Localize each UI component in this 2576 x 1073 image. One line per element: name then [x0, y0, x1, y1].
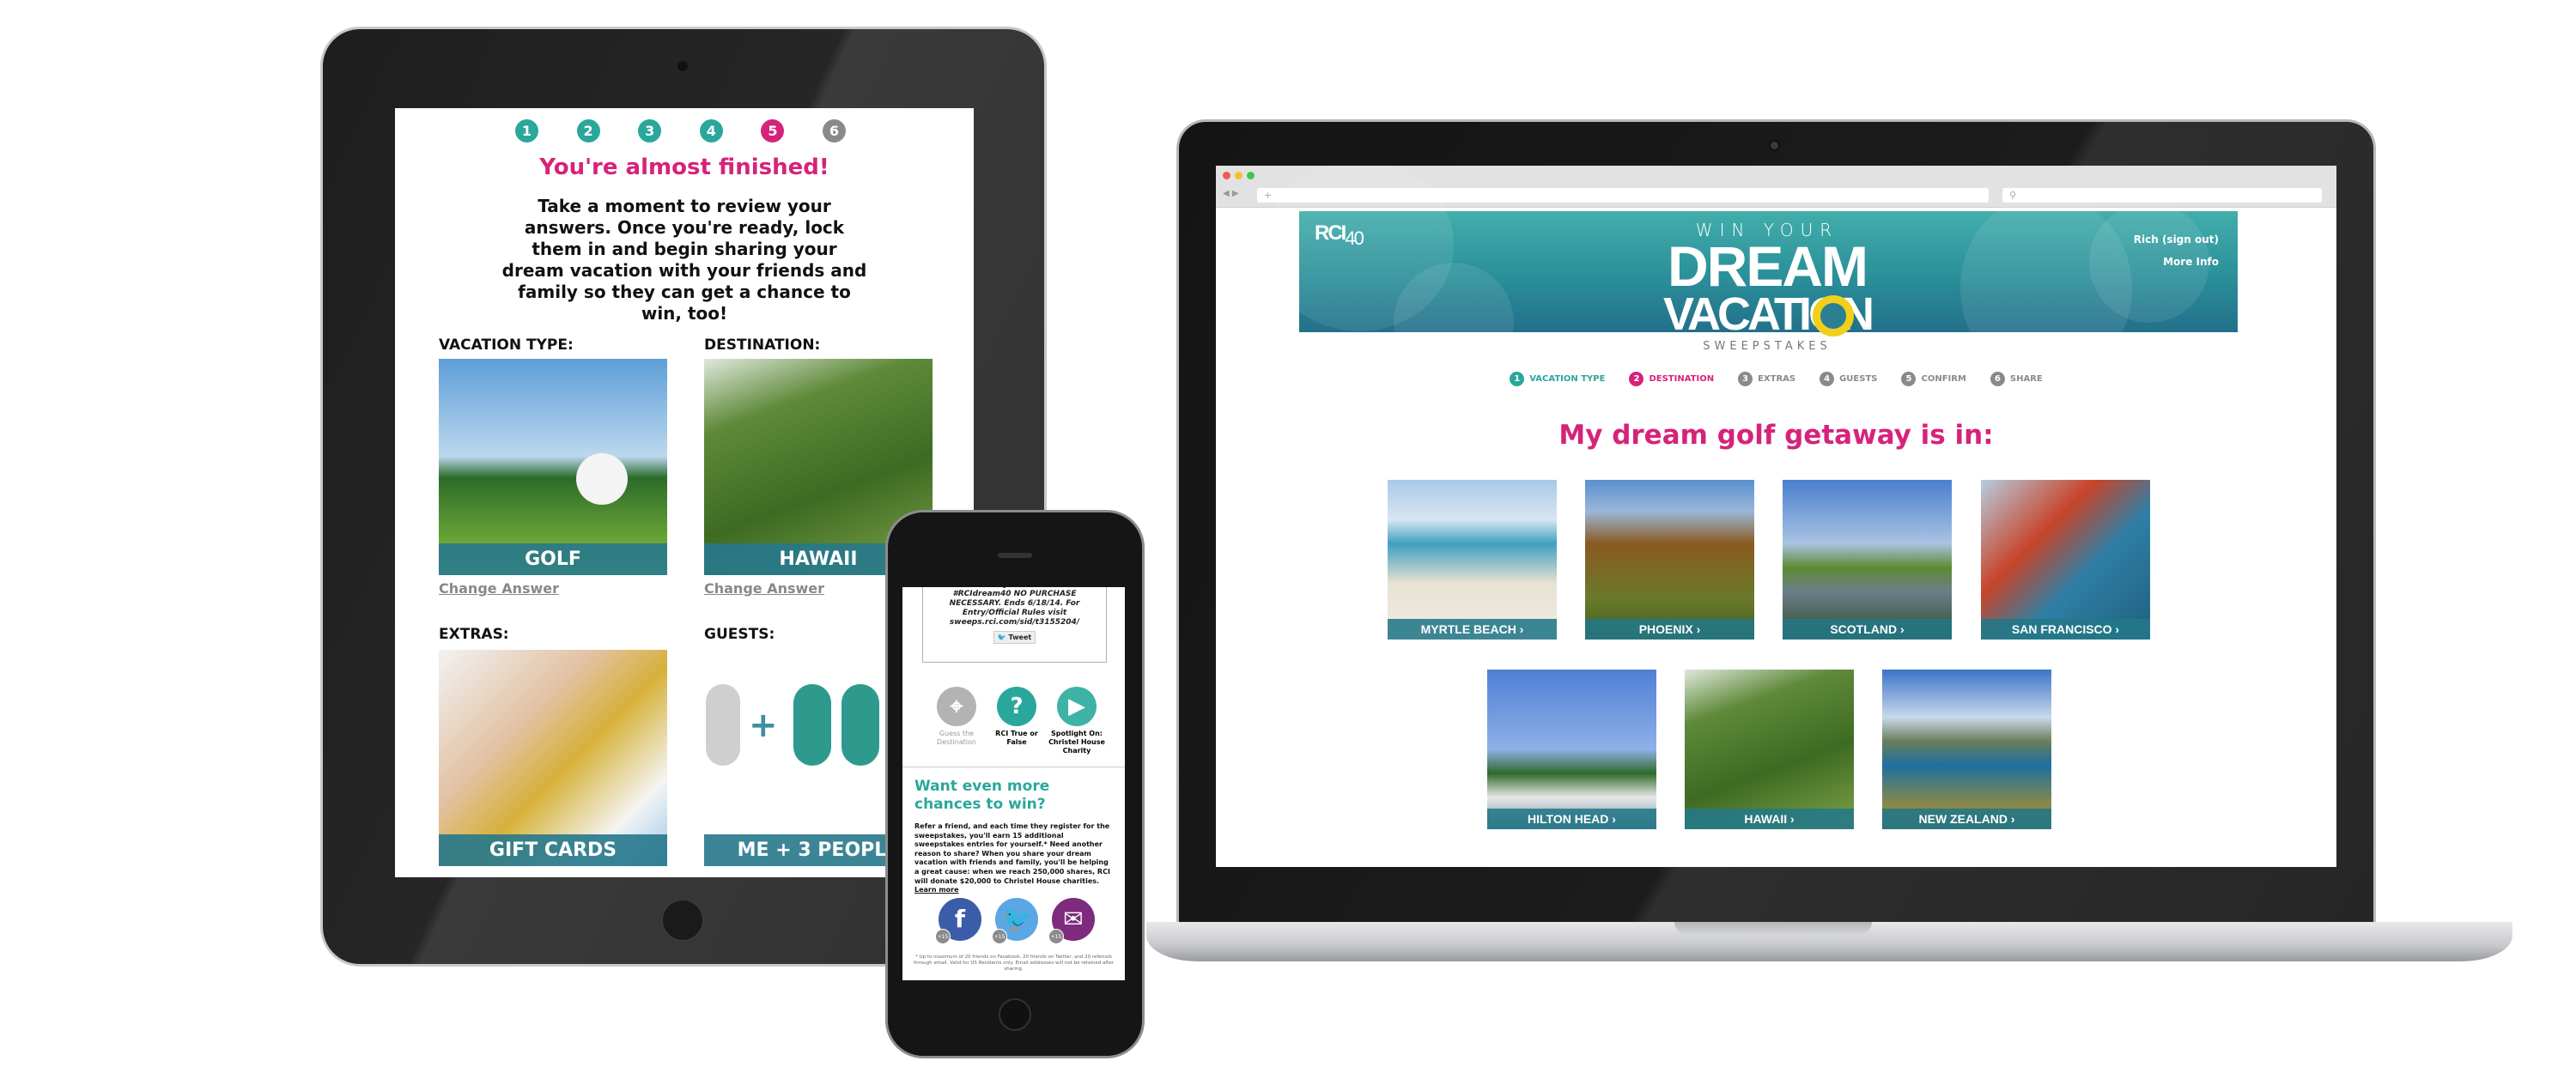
change-destination-link[interactable]: Change Answer [704, 580, 824, 597]
destination-label: HAWAII › [1685, 809, 1854, 829]
step-number: 3 [1738, 372, 1753, 386]
facebook-bonus-badge: +15 [935, 929, 951, 944]
step-label: SHARE [2009, 374, 2043, 384]
step-number: 2 [1629, 372, 1644, 386]
destination-label: HILTON HEAD › [1487, 809, 1656, 829]
step-label: EXTRAS [1758, 374, 1796, 384]
person-icon [706, 684, 740, 766]
destination-tile[interactable]: SCOTLAND › [1783, 480, 1952, 640]
person-icon [841, 684, 879, 766]
dream-vacation-logo: WIN YOUR DREAM VACATION SWEEPSTAKES [1663, 220, 1874, 353]
phone-home-button[interactable] [999, 998, 1031, 1031]
true-false-label[interactable]: RCI True or False [987, 730, 1047, 747]
step-label: GUESTS [1839, 374, 1878, 384]
more-chances-heading: Want even more chances to win? [914, 778, 1050, 813]
email-bonus-badge: +15 [1048, 929, 1064, 944]
destination-tile[interactable]: HAWAII › [1685, 670, 1854, 829]
destination-tile[interactable]: PHOENIX › [1585, 480, 1754, 640]
rci-logo[interactable]: RCI40 [1315, 221, 1364, 250]
golf-image: GOLF [439, 359, 667, 575]
destination-label: NEW ZEALAND › [1882, 809, 2051, 829]
progress-steps: 1 VACATION TYPE 2 DESTINATION 3 EXTRAS 4 GUESTS… [1216, 372, 2336, 386]
step-indicator[interactable]: 2 [576, 119, 600, 142]
destination-label: MYRTLE BEACH › [1388, 619, 1557, 640]
destination-label: PHOENIX › [1585, 619, 1754, 640]
sun-icon [1813, 295, 1854, 336]
vacation-type-label: VACATION TYPE: [439, 336, 574, 354]
spotlight-label[interactable]: Spotlight On: Christel House Charity [1047, 730, 1107, 755]
step-extras[interactable]: 3 EXTRAS [1738, 372, 1795, 386]
location-pin-icon[interactable]: ⌖ [937, 687, 976, 726]
phone-screen: I could win my Dream Vacation! #RCIdream… [902, 587, 1125, 980]
step-number: 1 [1510, 372, 1525, 386]
step-confirm[interactable]: 5 CONFIRM [1901, 372, 1966, 386]
plus-icon: + [749, 706, 778, 745]
step-indicator[interactable]: 3 [638, 119, 662, 142]
step-indicator[interactable]: 4 [699, 119, 723, 142]
laptop-notch [1674, 922, 1872, 934]
laptop-screen: ◀ ▶ + ⚲ RCI40 WIN YOUR DREAM VACATION SW… [1216, 166, 2336, 867]
destination-tile[interactable]: NEW ZEALAND › [1882, 670, 2051, 829]
step-guests[interactable]: 4 GUESTS [1820, 372, 1877, 386]
change-vacation-type-link[interactable]: Change Answer [439, 580, 559, 597]
review-intro: Take a moment to review your answers. On… [501, 196, 867, 324]
minimize-window-button[interactable] [1235, 172, 1242, 179]
step-vacation-type[interactable]: 1 VACATION TYPE [1510, 372, 1605, 386]
sweepstakes-banner: RCI40 WIN YOUR DREAM VACATION SWEEPSTAKE… [1265, 166, 2238, 383]
destination-tile[interactable]: HILTON HEAD › [1487, 670, 1656, 829]
almost-finished-title: You're almost finished! [539, 155, 829, 180]
learn-more-link[interactable]: Learn more [914, 886, 959, 894]
back-forward-icon[interactable]: ◀ ▶ [1223, 189, 1239, 198]
more-chances-body: Refer a friend, and each time they regis… [914, 822, 1110, 894]
sign-out-link[interactable]: Rich (sign out) [2134, 228, 2219, 251]
golf-ball-icon [576, 453, 628, 505]
question-icon[interactable]: ? [997, 687, 1036, 726]
step-number: 5 [1901, 372, 1917, 386]
close-window-button[interactable] [1223, 172, 1230, 179]
step-number: 4 [1820, 372, 1835, 386]
guests-label: GUESTS: [704, 626, 775, 643]
tablet-camera [677, 61, 688, 71]
more-info-link[interactable]: More Info [2134, 251, 2219, 273]
step-share[interactable]: 6 SHARE [1990, 372, 2043, 386]
play-icon[interactable]: ▶ [1057, 687, 1097, 726]
step-label: VACATION TYPE [1529, 374, 1606, 384]
step-label: CONFIRM [1921, 374, 1966, 384]
step-indicator[interactable]: 6 [823, 119, 846, 142]
destination-label: SAN FRANCISCO › [1981, 619, 2150, 640]
destination-tile[interactable]: MYRTLE BEACH › [1388, 480, 1557, 640]
maximize-window-button[interactable] [1247, 172, 1255, 179]
phone-speaker [998, 553, 1032, 558]
step-indicator[interactable]: 1 [515, 119, 538, 142]
person-icon [793, 684, 831, 766]
extras-label: EXTRAS: [439, 626, 509, 643]
gift-cards-image: GIFT CARDS [439, 650, 667, 866]
step-number: 6 [1990, 372, 2005, 386]
tablet-home-button[interactable] [661, 899, 704, 942]
step-indicator[interactable]: 5 [761, 119, 785, 142]
twitter-bonus-badge: +15 [992, 929, 1007, 944]
footnote: * Up to maximum of 20 friends on Faceboo… [914, 955, 1114, 972]
destination-tile[interactable]: SAN FRANCISCO › [1981, 480, 2150, 640]
guess-destination-label[interactable]: Guess the Destination [927, 730, 987, 747]
step-label: DESTINATION [1649, 374, 1715, 384]
tweet-box: I could win my Dream Vacation! #RCIdream… [922, 587, 1107, 663]
tweet-button[interactable]: 🐦 Tweet [993, 631, 1036, 644]
step-destination[interactable]: 2 DESTINATION [1629, 372, 1714, 386]
destination-label: DESTINATION: [704, 336, 821, 354]
page-heading: My dream golf getaway is in: [1558, 420, 1994, 451]
destination-label: SCOTLAND › [1783, 619, 1952, 640]
laptop-camera [1769, 140, 1780, 151]
